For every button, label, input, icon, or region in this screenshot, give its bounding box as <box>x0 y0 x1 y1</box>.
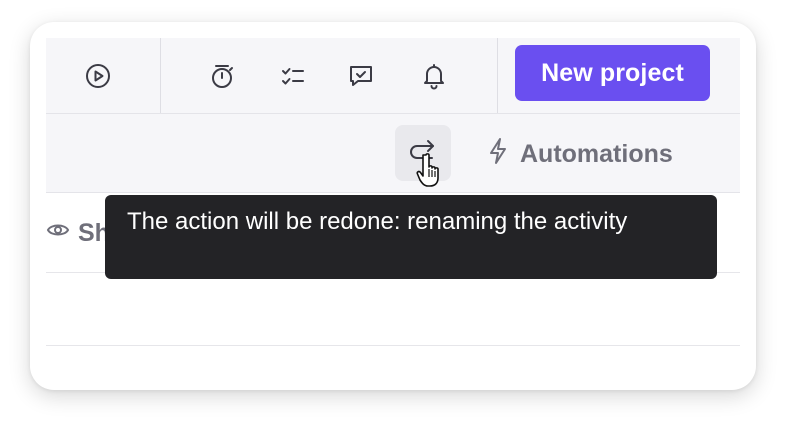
actions-bar: Automations <box>46 114 740 193</box>
bell-icon[interactable] <box>416 58 452 94</box>
timer-icon[interactable] <box>204 58 240 94</box>
lightning-icon <box>486 136 510 173</box>
automations-button[interactable]: Automations <box>486 136 673 172</box>
automations-label: Automations <box>520 139 673 168</box>
checklist-icon[interactable] <box>275 58 311 94</box>
content-row <box>46 273 740 346</box>
app-window: New project Automations Sh The action wi… <box>30 22 756 390</box>
toolbar-divider <box>497 38 498 113</box>
new-project-button[interactable]: New project <box>515 45 710 101</box>
play-circle-icon[interactable] <box>80 58 116 94</box>
chat-icon[interactable] <box>343 58 379 94</box>
top-toolbar: New project <box>46 38 740 114</box>
show-filter-button[interactable]: Sh <box>46 215 110 251</box>
hand-cursor-icon <box>416 153 439 187</box>
toolbar-divider <box>160 38 161 113</box>
redo-tooltip: The action will be redone: renaming the … <box>105 195 717 279</box>
eye-icon <box>46 218 70 249</box>
